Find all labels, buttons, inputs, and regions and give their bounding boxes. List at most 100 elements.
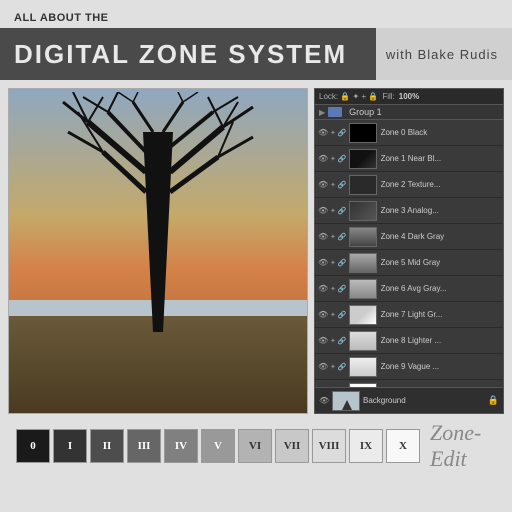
layer-eye-icon[interactable]: 👁 [318,258,328,267]
layer-name: Zone 0 Black [381,128,500,137]
layer-name: Zone 9 Vague ... [381,362,500,371]
layer-link-icon: 🔗 [338,285,347,293]
banner-title: DIGITAL ZONE SYSTEM [0,39,354,70]
layer-thumb [349,201,377,221]
background-layer[interactable]: 👁 Background 🔒 [315,387,503,413]
logo-part1: Zone [430,420,474,445]
layer-eye-icon[interactable]: 👁 [318,310,328,319]
layer-edit-icon: ✦ [330,285,336,293]
layer-thumb [349,123,377,143]
layer-edit-icon: ✦ [330,233,336,241]
layer-item[interactable]: 👁 ✦ 🔗 Zone 3 Analog... [315,198,503,224]
layer-item[interactable]: 👁 ✦ 🔗 Zone 6 Avg Gray... [315,276,503,302]
bg-name: Background [363,396,485,405]
zone-box: IV [164,429,198,463]
layer-thumb [349,175,377,195]
layer-thumb [349,305,377,325]
layer-name: Zone 1 Near Bl... [381,154,500,163]
fill-value: 100% [399,92,419,101]
layer-link-icon: 🔗 [338,155,347,163]
layer-item[interactable]: 👁 ✦ 🔗 Zone 2 Texture... [315,172,503,198]
layer-eye-icon[interactable]: 👁 [318,362,328,371]
layer-edit-icon: ✦ [330,363,336,371]
layer-eye-icon[interactable]: 👁 [318,206,328,215]
layer-item[interactable]: 👁 ✦ 🔗 Zone 8 Lighter ... [315,328,503,354]
zone-box: IX [349,429,383,463]
layer-thumb [349,357,377,377]
bg-lock-icon: 🔒 [488,395,499,406]
layer-name: Zone 5 Mid Gray [381,258,500,267]
layer-eye-icon[interactable]: 👁 [318,336,328,345]
layer-link-icon: 🔗 [338,311,347,319]
layer-link-icon: 🔗 [338,207,347,215]
zone-box: I [53,429,87,463]
layer-item[interactable]: 👁 ✦ 🔗 Zone 10 Pure ... [315,380,503,387]
layer-link-icon: 🔗 [338,259,347,267]
layer-thumb [349,331,377,351]
layer-link-icon: 🔗 [338,181,347,189]
subtitle-text: ALL ABOUT THE [14,12,109,24]
zone-box: 0 [16,429,50,463]
top-bar: ALL ABOUT THE [0,0,512,28]
layer-edit-icon: ✦ [330,311,336,319]
banner-arrow [354,28,376,80]
logo-dash: - [474,420,481,445]
layer-item[interactable]: 👁 ✦ 🔗 Zone 5 Mid Gray [315,250,503,276]
layer-name: Zone 3 Analog... [381,206,500,215]
zone-box: VIII [312,429,346,463]
layer-link-icon: 🔗 [338,129,347,137]
zone-strip: 0IIIIIIIVVVIVIIVIIIIXX [6,421,430,471]
lock-controls: Lock: 🔒 ✦ + 🔒 [319,92,378,101]
layer-eye-icon[interactable]: 👁 [318,284,328,293]
layer-item[interactable]: 👁 ✦ 🔗 Zone 4 Dark Gray [315,224,503,250]
layer-thumb [349,253,377,273]
bg-eye-icon[interactable]: 👁 [319,396,329,405]
layers-toolbar: ▶ Group 1 [315,105,503,120]
main-content: Lock: 🔒 ✦ + 🔒 Fill: 100% ▶ Group 1 👁 ✦ 🔗… [0,80,512,420]
photo-tree [58,92,258,332]
banner: DIGITAL ZONE SYSTEM with Blake Rudis [0,28,512,80]
layer-name: Zone 8 Lighter ... [381,336,500,345]
layer-link-icon: 🔗 [338,233,347,241]
layer-item[interactable]: 👁 ✦ 🔗 Zone 0 Black [315,120,503,146]
layers-header: Lock: 🔒 ✦ + 🔒 Fill: 100% [315,89,503,105]
layer-edit-icon: ✦ [330,129,336,137]
layer-item[interactable]: 👁 ✦ 🔗 Zone 9 Vague ... [315,354,503,380]
layer-item[interactable]: 👁 ✦ 🔗 Zone 7 Light Gr... [315,302,503,328]
layer-edit-icon: ✦ [330,337,336,345]
zone-box: V [201,429,235,463]
zone-box: VII [275,429,309,463]
layer-name: Zone 7 Light Gr... [381,310,500,319]
layer-link-icon: 🔗 [338,363,347,371]
logo-text: Zone-Edit [430,420,496,472]
group-label: Group 1 [349,107,382,117]
layer-thumb [349,279,377,299]
banner-author: with Blake Rudis [376,28,512,80]
layer-thumb [349,227,377,247]
zone-box: X [386,429,420,463]
bottom-area: 0IIIIIIIVVVIVIIVIIIIXX Zone-Edit [0,420,512,472]
layer-eye-icon[interactable]: 👁 [318,128,328,137]
layer-item[interactable]: 👁 ✦ 🔗 Zone 1 Near Bl... [315,146,503,172]
layer-thumb [349,149,377,169]
layer-edit-icon: ✦ [330,155,336,163]
layer-eye-icon[interactable]: 👁 [318,180,328,189]
layer-link-icon: 🔗 [338,337,347,345]
layer-eye-icon[interactable]: 👁 [318,154,328,163]
layer-name: Zone 6 Avg Gray... [381,284,500,293]
layer-edit-icon: ✦ [330,259,336,267]
fill-label: Fill: [382,92,394,101]
zone-box: VI [238,429,272,463]
layer-list[interactable]: 👁 ✦ 🔗 Zone 0 Black 👁 ✦ 🔗 Zone 1 Near Bl.… [315,120,503,387]
bg-thumb [332,391,360,411]
photo-area [8,88,308,414]
page-wrapper: ALL ABOUT THE DIGITAL ZONE SYSTEM with B… [0,0,512,512]
logo-part2: Edit [430,446,467,471]
logo-area: Zone-Edit [430,420,506,472]
layer-name: Zone 2 Texture... [381,180,500,189]
layer-name: Zone 4 Dark Gray [381,232,500,241]
layer-edit-icon: ✦ [330,207,336,215]
layer-eye-icon[interactable]: 👁 [318,232,328,241]
layer-edit-icon: ✦ [330,181,336,189]
layers-panel: Lock: 🔒 ✦ + 🔒 Fill: 100% ▶ Group 1 👁 ✦ 🔗… [314,88,504,414]
